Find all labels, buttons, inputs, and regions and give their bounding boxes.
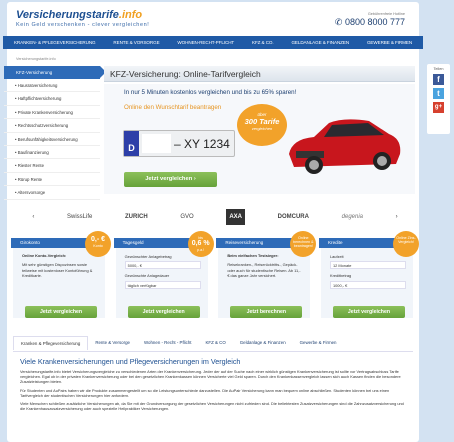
insurer-logos: ‹ SwissLife ZURICH GVO AXA DOMCURA degen… <box>16 201 414 233</box>
compare-button[interactable]: Jetzt vergleichen › <box>124 172 217 187</box>
hero-subline: Online den Wunschtarif beantragen <box>124 104 222 111</box>
main-nav: KRANKEN- & PFLEGEVERSICHERUNG RENTE & VO… <box>3 36 423 49</box>
eu-flag-icon: D <box>124 131 139 156</box>
share-box: Teilen f t g+ <box>427 64 450 134</box>
facebook-icon[interactable]: f <box>433 74 444 85</box>
card-button[interactable]: Jetzt vergleichen <box>127 306 200 318</box>
sidebar-item[interactable]: • Hausratversicherung <box>4 79 100 93</box>
page-title: KFZ-Versicherung: Online-Tarifvergleich <box>104 66 415 82</box>
tarife-badge: über 300 Tarife vergleichen <box>237 104 287 146</box>
tab-wohnen[interactable]: Wohnen - Recht - Pflicht <box>137 336 199 350</box>
card-heading: Beim vielfachen Testsieger: <box>227 253 279 258</box>
paragraph: Versicherungstarife.info bietet Versiche… <box>20 369 401 385</box>
nav-geldanlage[interactable]: GELDANLAGE & FINANZEN <box>291 40 349 45</box>
paragraph: Viele Menschen schließen zusätzliche Ver… <box>20 401 404 412</box>
sidebar-item[interactable]: • Rechtsschutzversicherung <box>4 119 100 133</box>
card-text: Reisekranken-, Reiserücktritts-, Gepäck-… <box>227 262 301 278</box>
sidebar: KFZ-Versicherung • Hausratversicherung •… <box>4 66 106 200</box>
hotline-number[interactable]: 0800 8000 777 <box>345 17 405 27</box>
content-heading: Viele Krankenversicherungen und Pflegeve… <box>20 357 241 366</box>
nav-wohnen[interactable]: WOHNEN-RECHT-PFLICHT <box>177 40 234 45</box>
content-text: Viele Krankenversicherungen und Pflegeve… <box>13 351 413 441</box>
logo-domcura: DOMCURA <box>277 214 309 220</box>
plate-number: – XY 1234 <box>174 136 230 151</box>
plate-district-field[interactable] <box>142 134 171 153</box>
card-reiseversicherung: Reiseversicherung Online berechnen & bea… <box>216 231 317 318</box>
card-heading: Online Konto-Vergleich: <box>22 253 67 258</box>
field-label: Gewünschter Anlagebetrag <box>124 254 172 259</box>
card-bubble: Online Zins-Vergleich! <box>392 231 419 257</box>
term-select[interactable]: 12 Monate <box>329 261 406 270</box>
card-bubble: Online berechnen & beantragen! <box>290 231 317 257</box>
tab-kfz[interactable]: KFZ & CO <box>199 336 233 350</box>
site-logo[interactable]: Versicherungstarife.info Kein Geld versc… <box>16 9 149 28</box>
nav-rente[interactable]: RENTE & VORSORGE <box>113 40 159 45</box>
sidebar-item[interactable]: • Berufsunfähigkeitsversicherung <box>4 133 100 146</box>
hero-headline: In nur 5 Minuten kostenlos vergleichen u… <box>124 89 297 96</box>
license-plate-input[interactable]: D – XY 1234 <box>123 130 235 157</box>
amount-input[interactable]: 5000,- € <box>124 261 201 270</box>
duration-select[interactable]: täglich verfügbar <box>124 280 201 289</box>
hotline-label: Gebührenfreie Hotline <box>367 12 405 16</box>
twitter-icon[interactable]: t <box>433 88 444 99</box>
tab-geldanlage[interactable]: Geldanlage & Finanzen <box>233 336 293 350</box>
card-kredite: Kredite Online Zins-Vergleich! Laufzeit 1… <box>318 231 419 318</box>
logo-zurich: ZURICH <box>124 214 148 220</box>
field-label: Kreditbetrag <box>329 273 352 279</box>
logo-degenia: degenia <box>341 214 363 220</box>
field-label: Gewünschte Anlagedauer <box>124 273 170 279</box>
sidebar-item-active[interactable]: KFZ-Versicherung <box>4 66 106 79</box>
product-cards: Girokonto 0,- € Konto Online Konto-Vergle… <box>11 231 419 318</box>
google-plus-icon[interactable]: g+ <box>433 102 444 113</box>
logo-text: Versicherungstarife <box>16 9 119 21</box>
next-arrow-icon[interactable]: › <box>396 214 398 220</box>
phone-icon: ✆ <box>334 17 345 27</box>
hero: In nur 5 Minuten kostenlos vergleichen u… <box>104 84 415 194</box>
hotline: Gebührenfreie Hotline ✆ 0800 8000 777 <box>335 12 405 28</box>
card-girokonto: Girokonto 0,- € Konto Online Konto-Vergle… <box>11 231 111 318</box>
card-button[interactable]: Jetzt vergleichen <box>332 306 405 318</box>
card-button[interactable]: Jetzt vergleichen <box>25 306 97 318</box>
slogan: Kein Geld verschenken - clever vergleich… <box>16 22 150 28</box>
logo-gvo: GVO <box>180 214 194 220</box>
red-car-image <box>289 119 401 174</box>
logo-swisslife: SwissLife <box>66 214 93 220</box>
sidebar-item[interactable]: • Haftpflichtversicherung <box>4 92 100 106</box>
field-label: Laufzeit <box>329 254 344 259</box>
tab-rente[interactable]: Rente & Versorge <box>88 336 137 350</box>
page-container: Versicherungstarife.info Kein Geld versc… <box>3 2 423 442</box>
credit-amount-input[interactable]: 1000,- € <box>329 280 406 289</box>
tab-kranken[interactable]: Kranken & Pflegeversicherung <box>13 336 89 350</box>
share-label: Teilen <box>433 67 444 71</box>
nav-kfz[interactable]: KFZ & CO. <box>252 40 274 45</box>
logo-axa: AXA <box>226 209 245 225</box>
nav-kranken[interactable]: KRANKEN- & PFLEGEVERSICHERUNG <box>14 40 96 45</box>
nav-gewerbe[interactable]: GEWERBE & FIRMEN <box>367 40 412 45</box>
sidebar-item[interactable]: • Riester Rente <box>4 159 100 173</box>
sidebar-item[interactable]: • Rürup Rente <box>4 173 100 187</box>
card-bubble: bis 0,6 % p.a.! <box>187 231 214 257</box>
sidebar-item[interactable]: • Altersvorsorge <box>4 186 100 200</box>
sidebar-item[interactable]: • Private Krankenversicherung <box>4 106 100 120</box>
prev-arrow-icon[interactable]: ‹ <box>32 214 34 220</box>
card-tagesgeld: Tagesgeld bis 0,6 % p.a.! Gewünschter Anla… <box>113 231 214 318</box>
content-tabs: Kranken & Pflegeversicherung Rente & Ver… <box>13 336 344 350</box>
tab-gewerbe[interactable]: Gewerbe & Firmen <box>293 336 344 350</box>
card-text: Mit sehr günstigen Dispozinsen sowie tei… <box>22 262 93 278</box>
paragraph: Für Studenten und AuPairs haben wir die … <box>20 387 390 398</box>
logo-tld: .info <box>118 9 143 21</box>
card-button[interactable]: Jetzt berechnen <box>230 306 303 318</box>
sidebar-item[interactable]: • Baufinanzierung <box>4 146 100 160</box>
card-bubble: 0,- € Konto <box>85 231 111 257</box>
breadcrumb[interactable]: Versicherungstarife.info <box>16 57 56 61</box>
